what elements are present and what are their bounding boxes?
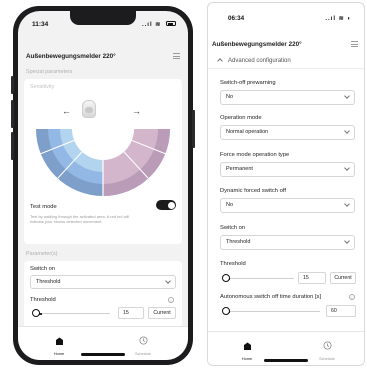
threshold-slider-handle[interactable] bbox=[32, 309, 40, 317]
threshold-value: 15 bbox=[123, 310, 129, 316]
sensitivity-label: Sensitivity bbox=[30, 84, 55, 90]
status-bar: 06:34 ..ıl ≋ ◐ bbox=[228, 15, 352, 25]
signal-wifi-icon: ..ıl ≋ ◐ bbox=[325, 16, 352, 22]
operation-mode-value: Normal operation bbox=[226, 129, 269, 135]
chevron-down-icon bbox=[344, 128, 350, 134]
bottom-tab-bar: Home Schedule bbox=[18, 326, 188, 360]
tab-schedule[interactable]: Schedule bbox=[118, 332, 168, 356]
home-icon bbox=[243, 342, 251, 350]
tab-home[interactable]: Home bbox=[222, 337, 272, 361]
chevron-down-icon bbox=[344, 201, 350, 207]
advanced-configuration-header[interactable]: Advanced configuration bbox=[217, 58, 291, 64]
phone-notch bbox=[70, 11, 136, 25]
switch-off-prewarning-label: Switch-off prewarning bbox=[220, 80, 276, 86]
phone-power-button bbox=[192, 110, 195, 148]
info-icon[interactable]: i bbox=[168, 297, 174, 303]
switch-on-dropdown[interactable]: Threshold bbox=[220, 235, 355, 250]
left-screen: 11:34 ..ıl ≋ Außenbewegungsmelder 220° S… bbox=[18, 11, 188, 360]
threshold-current-button[interactable]: Current bbox=[148, 307, 176, 319]
chevron-down-icon bbox=[344, 93, 350, 99]
switch-on-value: Threshold bbox=[36, 279, 61, 285]
advanced-configuration-panel: Switch-off prewarning No Operation mode … bbox=[208, 68, 364, 329]
chevron-down-icon bbox=[344, 165, 350, 171]
parameters-card: Switch on Threshold Threshold i 15 Curre… bbox=[24, 261, 182, 331]
threshold-input[interactable]: 15 bbox=[298, 272, 326, 284]
switch-on-label: Switch on bbox=[30, 266, 56, 272]
motion-sensor-image bbox=[78, 100, 100, 119]
tab-schedule[interactable]: Schedule bbox=[302, 337, 352, 361]
app-header: Außenbewegungsmelder 220° bbox=[212, 39, 358, 51]
status-time: 11:34 bbox=[32, 21, 49, 28]
status-time: 06:34 bbox=[228, 15, 245, 22]
right-phone-screen: 06:34 ..ıl ≋ ◐ Außenbewegungsmelder 220°… bbox=[207, 2, 365, 366]
clock-icon bbox=[139, 336, 147, 345]
threshold-slider-rail bbox=[34, 313, 110, 314]
left-phone-frame: 11:34 ..ıl ≋ Außenbewegungsmelder 220° S… bbox=[11, 6, 195, 365]
force-mode-operation-type-dropdown[interactable]: Permanent bbox=[220, 162, 355, 177]
signal-wifi-icons: ..ıl ≋ bbox=[142, 21, 176, 28]
dynamic-forced-switch-off-label: Dynamic forced switch off bbox=[220, 188, 286, 194]
test-mode-description: Test by walking through the activated ar… bbox=[30, 214, 130, 225]
device-title: Außenbewegungsmelder 220° bbox=[26, 53, 116, 60]
app-header: Außenbewegungsmelder 220° bbox=[26, 51, 180, 63]
signal-wifi-icons: ..ıl ≋ ◐ bbox=[325, 15, 352, 22]
test-mode-label: Test mode bbox=[30, 204, 57, 210]
phone-side-button bbox=[11, 76, 14, 94]
bottom-tab-bar: Home Schedule bbox=[208, 331, 364, 365]
sensitivity-card: Sensitivity ← → Test mode Test by walkin… bbox=[24, 79, 182, 244]
auto-switch-off-duration-label: Autonomous switch off time duration [s] bbox=[220, 294, 322, 300]
chevron-down-icon bbox=[165, 278, 171, 284]
parameters-label: Parameter(s) bbox=[26, 251, 58, 257]
special-parameters-label: Special parameters bbox=[26, 69, 73, 75]
switch-on-label: Switch on bbox=[220, 225, 246, 231]
home-icon bbox=[55, 337, 63, 345]
battery-icon bbox=[166, 21, 176, 26]
sensitivity-range-diagram[interactable] bbox=[24, 109, 182, 229]
signal-wifi-icon: ..ıl ≋ bbox=[141, 22, 162, 28]
device-title: Außenbewegungsmelder 220° bbox=[212, 41, 302, 48]
phone-side-button bbox=[11, 100, 14, 128]
force-mode-operation-type-value: Permanent bbox=[226, 166, 253, 172]
clock-icon bbox=[323, 341, 331, 350]
switch-on-value: Threshold bbox=[226, 239, 251, 245]
chevron-up-icon bbox=[217, 58, 223, 64]
auto-off-slider-rail bbox=[224, 311, 320, 312]
test-mode-toggle[interactable] bbox=[156, 200, 176, 210]
menu-icon[interactable] bbox=[173, 53, 180, 59]
tab-schedule-label: Schedule bbox=[319, 357, 335, 361]
dynamic-forced-switch-off-value: No bbox=[226, 202, 234, 208]
threshold-current-button[interactable]: Current bbox=[330, 272, 356, 284]
auto-off-value: 60 bbox=[331, 308, 337, 314]
switch-off-prewarning-value: No bbox=[226, 94, 234, 100]
auto-off-input[interactable]: 60 bbox=[326, 305, 356, 317]
home-indicator[interactable] bbox=[264, 359, 308, 362]
operation-mode-label: Operation mode bbox=[220, 115, 262, 121]
threshold-label: Threshold bbox=[30, 297, 56, 303]
threshold-label: Threshold bbox=[220, 261, 246, 267]
threshold-value: 15 bbox=[303, 275, 309, 281]
menu-icon[interactable] bbox=[351, 41, 358, 47]
threshold-slider-rail bbox=[224, 278, 294, 279]
switch-off-prewarning-dropdown[interactable]: No bbox=[220, 90, 355, 105]
dynamic-forced-switch-off-dropdown[interactable]: No bbox=[220, 198, 355, 213]
advanced-configuration-label: Advanced configuration bbox=[228, 58, 291, 64]
operation-mode-dropdown[interactable]: Normal operation bbox=[220, 125, 355, 140]
home-indicator[interactable] bbox=[81, 353, 125, 356]
force-mode-operation-type-label: Force mode operation type bbox=[220, 152, 290, 158]
tab-home-label: Home bbox=[53, 352, 65, 356]
tab-home[interactable]: Home bbox=[34, 332, 84, 356]
threshold-slider-handle[interactable] bbox=[222, 274, 230, 282]
phone-side-button bbox=[11, 132, 14, 160]
switch-on-dropdown[interactable]: Threshold bbox=[30, 275, 176, 289]
tab-schedule-label: Schedule bbox=[135, 352, 151, 356]
chevron-down-icon bbox=[344, 238, 350, 244]
threshold-input[interactable]: 15 bbox=[118, 307, 144, 319]
info-icon[interactable]: i bbox=[349, 294, 355, 300]
auto-off-slider-handle[interactable] bbox=[222, 307, 230, 315]
